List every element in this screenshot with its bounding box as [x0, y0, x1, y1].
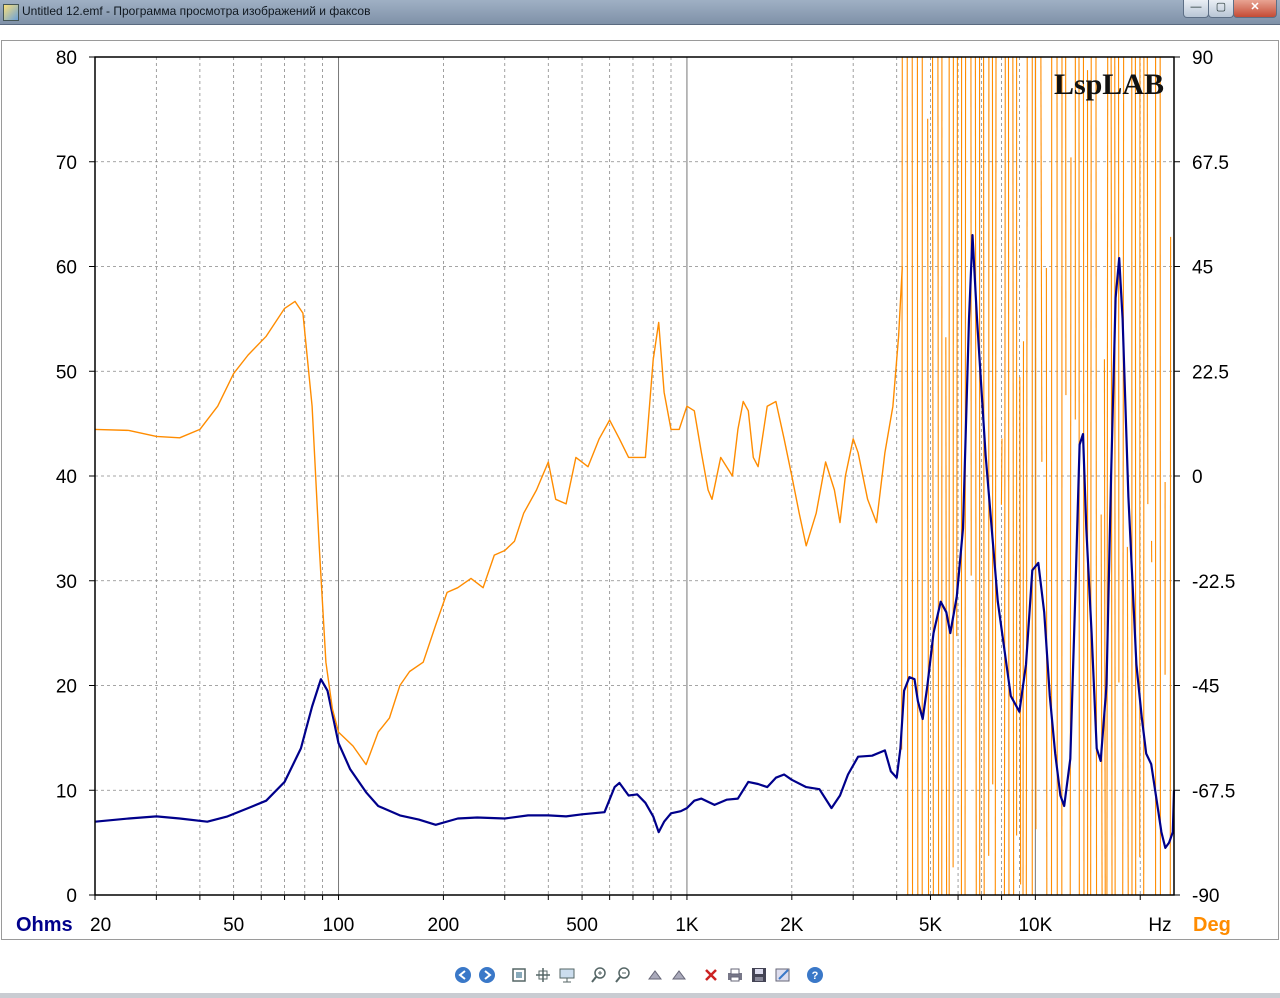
minimize-button[interactable]: — — [1183, 0, 1209, 18]
rotate-ccw-icon[interactable] — [670, 966, 688, 984]
slideshow-icon[interactable] — [558, 966, 576, 984]
viewer-toolbar: ? — [0, 958, 1280, 992]
x-tick-label: 5K — [919, 915, 943, 936]
y-left-axis-label: Ohms — [16, 914, 73, 936]
x-tick-label: 100 — [323, 915, 355, 936]
y-right-tick-label: 90 — [1192, 48, 1213, 69]
zoom-in-icon[interactable] — [590, 966, 608, 984]
window-title: Untitled 12.emf - Программа просмотра из… — [22, 4, 371, 18]
x-tick-label: 200 — [428, 915, 460, 936]
y-left-tick-label: 20 — [56, 677, 77, 698]
phase-noise-line — [1012, 56, 1015, 896]
y-left-tick-label: 80 — [56, 48, 77, 69]
x-unit-label: Hz — [1148, 915, 1171, 936]
y-right-tick-label: 22.5 — [1192, 362, 1229, 383]
phase-noise-line — [956, 56, 958, 637]
svg-text:?: ? — [812, 970, 819, 982]
x-tick-label: 10K — [1018, 915, 1052, 936]
phase-noise-line — [937, 56, 940, 896]
prev-icon[interactable] — [454, 966, 472, 984]
zoom-out-icon[interactable] — [614, 966, 632, 984]
phase-noise-line — [1095, 56, 1098, 896]
y-right-tick-label: -67.5 — [1192, 781, 1235, 802]
edit-icon[interactable] — [774, 966, 792, 984]
y-left-tick-label: 10 — [56, 781, 77, 802]
save-icon[interactable] — [750, 966, 768, 984]
impedance-phase-chart: 0 10 20 30 40 50 60 70 80 -90 -67.5 -45 -22.5 0 22.5 45… — [16, 48, 1235, 936]
y-left-tick-label: 40 — [56, 467, 77, 488]
y-left-tick-label: 50 — [56, 362, 77, 383]
phase-noise-line — [994, 56, 997, 896]
actual-size-icon[interactable] — [534, 966, 552, 984]
rotate-cw-icon[interactable] — [646, 966, 664, 984]
taskbar-edge — [0, 993, 1280, 998]
x-tick-label: 500 — [566, 915, 598, 936]
y-left-tick-label: 70 — [56, 153, 77, 174]
photo-viewer-icon — [3, 4, 19, 21]
y-right-tick-label: -45 — [1192, 677, 1219, 698]
phase-noise-line — [1146, 56, 1149, 505]
chart-title: LspLAB — [1054, 68, 1164, 101]
y-right-tick-label: -90 — [1192, 886, 1219, 907]
phase-noise-line — [1106, 56, 1109, 896]
help-icon[interactable]: ? — [806, 966, 824, 984]
phase-noise-line — [1000, 438, 1003, 505]
phase-noise-line — [901, 56, 903, 750]
delete-icon[interactable] — [702, 966, 720, 984]
maximize-button[interactable]: ▢ — [1208, 0, 1234, 18]
y-right-tick-label: 67.5 — [1192, 153, 1229, 174]
title-bar: Untitled 12.emf - Программа просмотра из… — [0, 0, 1280, 25]
y-left-tick-label: 60 — [56, 258, 77, 279]
phase-noise-line — [906, 56, 909, 896]
x-tick-label: 20 — [90, 915, 111, 936]
phase-noise-line — [1090, 56, 1092, 896]
best-fit-icon[interactable] — [510, 966, 528, 984]
next-icon[interactable] — [478, 966, 496, 984]
plot-area — [95, 57, 1174, 895]
y-right-axis-label: Deg — [1193, 914, 1231, 936]
y-left-tick-label: 0 — [66, 886, 77, 907]
x-tick-label: 2K — [780, 915, 804, 936]
y-right-tick-label: 0 — [1192, 467, 1203, 488]
image-view: 0 10 20 30 40 50 60 70 80 -90 -67.5 -45 -22.5 0 22.5 45… — [1, 40, 1279, 940]
phase-noise-line — [983, 56, 985, 896]
y-left-tick-label: 30 — [56, 572, 77, 593]
print-icon[interactable] — [726, 966, 744, 984]
x-tick-label: 50 — [223, 915, 244, 936]
y-right-tick-label: 45 — [1192, 258, 1213, 279]
y-right-tick-label: -22.5 — [1192, 572, 1235, 593]
close-button[interactable]: ✕ — [1233, 0, 1277, 18]
x-tick-label: 1K — [675, 915, 699, 936]
phase-noise-line — [1069, 157, 1072, 896]
